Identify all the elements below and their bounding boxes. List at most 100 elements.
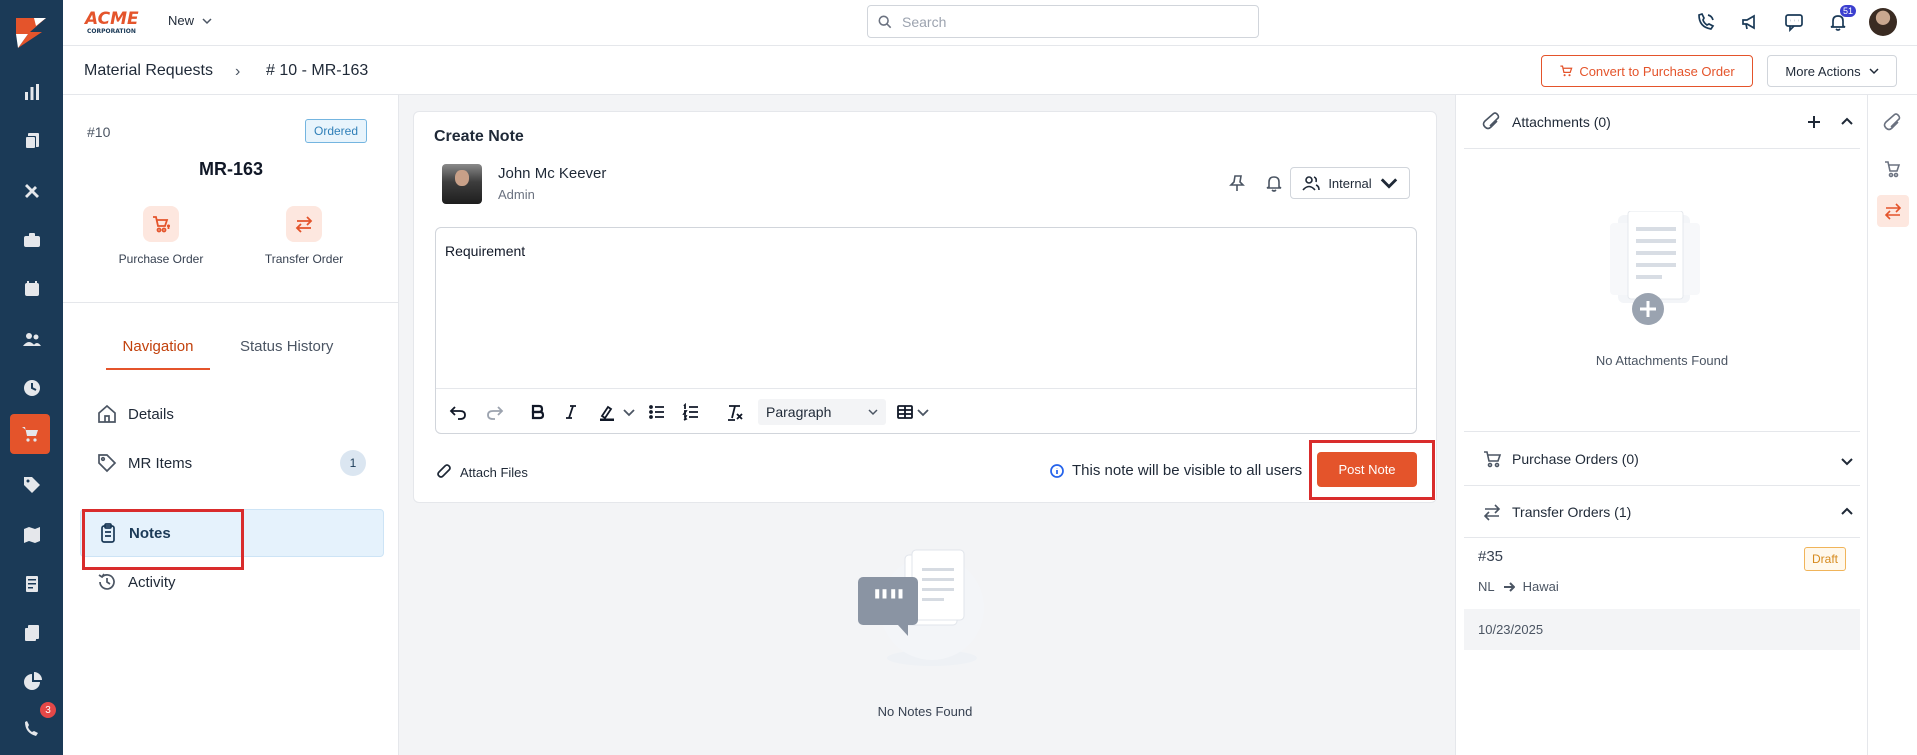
- purchase-order-icon[interactable]: [1877, 153, 1909, 185]
- svg-text:CORPORATION: CORPORATION: [87, 28, 136, 35]
- note-editor[interactable]: Requirement Paragraph: [435, 227, 1417, 434]
- chevron-down-icon: [202, 17, 212, 24]
- editor-toolbar: Paragraph: [436, 388, 1416, 434]
- user-avatar[interactable]: [1869, 8, 1897, 36]
- nav-item-details[interactable]: Details: [80, 390, 384, 438]
- chevron-down-icon[interactable]: [912, 401, 934, 423]
- tab-navigation[interactable]: Navigation: [106, 338, 210, 370]
- attach-files-label: Attach Files: [460, 464, 528, 480]
- svg-text:ACME: ACME: [83, 9, 139, 29]
- chevron-down-icon[interactable]: [1837, 451, 1857, 471]
- briefcase-icon[interactable]: [15, 223, 48, 256]
- search-input[interactable]: Search: [867, 5, 1259, 38]
- numbered-list-icon[interactable]: [680, 401, 702, 423]
- highlight-color-icon[interactable]: [596, 401, 618, 423]
- breadcrumb-parent-link[interactable]: Material Requests: [84, 62, 213, 80]
- more-actions-button[interactable]: More Actions: [1767, 55, 1897, 87]
- transfer-order-number[interactable]: #35: [1478, 548, 1503, 565]
- transfer-order-date: 10/23/2025: [1464, 609, 1860, 650]
- breadcrumb-separator-icon: ›: [235, 63, 241, 80]
- record-title: MR-163: [198, 159, 264, 179]
- history-icon: [98, 573, 115, 590]
- clock-icon[interactable]: [15, 371, 48, 404]
- invoice-icon[interactable]: [15, 567, 48, 600]
- cart-icon: [1560, 65, 1573, 77]
- transfer-icon: [1483, 504, 1501, 521]
- chat-icon[interactable]: [1781, 9, 1807, 35]
- users-icon[interactable]: [15, 322, 48, 355]
- divider: [63, 302, 399, 303]
- author-photo: [442, 164, 482, 204]
- visibility-label: Internal: [1328, 175, 1372, 191]
- purchase-orders-section[interactable]: Purchase Orders (0): [1464, 432, 1860, 486]
- attach-files-button[interactable]: Attach Files: [436, 464, 528, 480]
- chevron-up-icon[interactable]: [1837, 112, 1857, 132]
- italic-icon[interactable]: [560, 401, 582, 423]
- chat-badge: 3: [38, 700, 58, 720]
- pin-icon[interactable]: [1228, 174, 1246, 192]
- files-icon[interactable]: [15, 616, 48, 649]
- dashboard-icon[interactable]: [15, 75, 48, 108]
- redo-icon[interactable]: [484, 401, 506, 423]
- paperclip-icon: [1482, 112, 1500, 130]
- map-icon[interactable]: [15, 518, 48, 551]
- right-shortcut-rail: [1867, 95, 1917, 755]
- chevron-down-icon: [1869, 68, 1879, 75]
- highlight-box: [82, 509, 244, 570]
- more-actions-label: More Actions: [1785, 63, 1861, 79]
- convert-to-purchase-order-button[interactable]: Convert to Purchase Order: [1541, 55, 1753, 87]
- cart-icon[interactable]: [10, 414, 50, 454]
- transfer-orders-title: Transfer Orders (1): [1512, 504, 1632, 520]
- tag-icon[interactable]: [15, 468, 48, 501]
- bell-icon[interactable]: 51: [1825, 5, 1856, 35]
- company-logo[interactable]: ACME CORPORATION: [83, 7, 147, 35]
- undo-icon[interactable]: [447, 401, 469, 423]
- search-placeholder: Search: [902, 13, 947, 30]
- create-note-card: Create Note John Mc Keever Admin Interna…: [413, 111, 1437, 503]
- route-from: NL: [1478, 579, 1495, 594]
- author-name: John Mc Keever: [498, 165, 607, 182]
- clear-format-icon[interactable]: [724, 401, 746, 423]
- paragraph-style-label: Paragraph: [766, 404, 832, 420]
- transfer-order-item[interactable]: #35 Draft NL Hawai 10/23/2025: [1464, 537, 1860, 650]
- bell-icon[interactable]: [1265, 174, 1283, 192]
- paperclip-icon: [437, 464, 451, 478]
- transfer-orders-header[interactable]: Transfer Orders (1): [1482, 502, 1631, 522]
- svg-text:": ": [888, 583, 906, 623]
- nav-item-mr-items[interactable]: MR Items 1: [80, 439, 384, 487]
- purchase-orders-header[interactable]: Purchase Orders (0): [1482, 449, 1639, 469]
- tools-icon[interactable]: [15, 174, 48, 207]
- empty-notes-illustration: " ": [850, 540, 1000, 670]
- route-to: Hawai: [1522, 579, 1559, 594]
- app-logo-icon[interactable]: [12, 12, 50, 52]
- add-attachment-icon[interactable]: [1804, 112, 1824, 132]
- purchase-order-icon: [143, 206, 179, 242]
- highlight-box: [1309, 440, 1435, 500]
- bold-icon[interactable]: [526, 401, 548, 423]
- top-bar: ACME CORPORATION New Search 51: [63, 0, 1917, 46]
- purchase-order-action[interactable]: Purchase Order: [101, 206, 221, 266]
- empty-notes-label: No Notes Found: [877, 704, 973, 719]
- note-content[interactable]: Requirement: [445, 243, 525, 259]
- paperclip-icon[interactable]: [1877, 107, 1909, 139]
- new-dropdown[interactable]: New: [168, 13, 212, 28]
- transfer-order-action[interactable]: Transfer Order: [244, 206, 364, 266]
- related-panel: Attachments (0) No Attachments Found Pur…: [1455, 95, 1867, 755]
- nav-item-label: Activity: [128, 573, 176, 591]
- chevron-down-icon[interactable]: [618, 401, 640, 423]
- tag-icon: [98, 454, 117, 473]
- pie-chart-icon[interactable]: [15, 665, 48, 698]
- chevron-up-icon[interactable]: [1837, 502, 1857, 522]
- phone-icon[interactable]: [1693, 9, 1719, 35]
- visibility-dropdown[interactable]: Internal: [1290, 167, 1410, 199]
- paragraph-style-select[interactable]: Paragraph: [758, 399, 886, 425]
- attachments-header[interactable]: Attachments (0): [1482, 112, 1611, 132]
- transfer-icon[interactable]: [1877, 195, 1909, 227]
- transfer-orders-section[interactable]: Transfer Orders (1): [1464, 486, 1860, 538]
- left-rail: 3: [0, 0, 63, 755]
- calendar-icon[interactable]: [15, 272, 48, 305]
- bullet-list-icon[interactable]: [646, 401, 668, 423]
- tab-status-history[interactable]: Status History: [240, 338, 333, 355]
- megaphone-icon[interactable]: [1737, 9, 1763, 35]
- documents-icon[interactable]: [15, 124, 48, 157]
